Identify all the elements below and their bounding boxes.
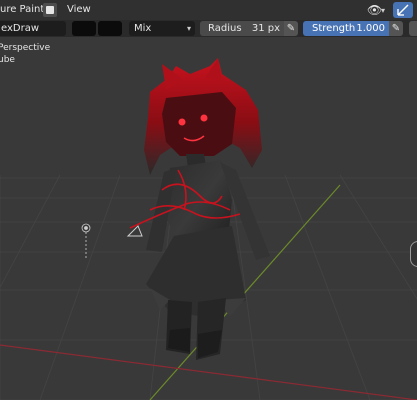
brush-name-field[interactable]: exDraw xyxy=(0,21,66,36)
right-eye xyxy=(200,114,208,122)
header-right-controls: 👁 ▾ xyxy=(365,2,417,18)
radius-label: Radius xyxy=(208,23,242,34)
strength-label: Strength xyxy=(312,23,356,34)
mode-label: ure Paint xyxy=(0,4,45,15)
blend-mode-select[interactable]: Mix ▾ xyxy=(129,21,195,36)
primary-color-swatch[interactable] xyxy=(72,21,96,36)
tool-settings-bar: exDraw Mix ▾ Radius 31 px ✎ Strength 1.0… xyxy=(0,20,417,37)
eye-visibility-icon[interactable]: 👁 xyxy=(367,3,382,17)
overflow-field[interactable] xyxy=(409,21,417,36)
pen-pressure-icon[interactable]: ✎ xyxy=(284,21,298,36)
strength-slider[interactable]: Strength 1.000 xyxy=(303,21,389,36)
viewport-header: ure Paint▾ View 👁 ▾ xyxy=(0,0,417,20)
blend-mode-value: Mix xyxy=(134,23,152,34)
view-menu[interactable]: View xyxy=(67,3,91,17)
light-gizmo-icon xyxy=(81,223,91,260)
radius-value: 31 px xyxy=(251,23,280,34)
texture-paint-mode-icon[interactable] xyxy=(43,3,57,17)
head xyxy=(162,92,236,156)
object-label: ube xyxy=(0,55,15,65)
left-eye xyxy=(178,118,186,126)
gizmo-toggle-icon[interactable] xyxy=(393,2,413,18)
chevron-down-icon[interactable]: ▾ xyxy=(381,6,385,15)
3d-viewport[interactable]: Perspective ube xyxy=(0,37,417,400)
secondary-color-swatch[interactable] xyxy=(98,21,122,36)
chevron-down-icon: ▾ xyxy=(186,24,191,33)
pen-pressure-icon[interactable]: ✎ xyxy=(389,21,403,36)
radius-slider[interactable]: Radius 31 px xyxy=(200,21,284,36)
viewport-scene[interactable] xyxy=(0,37,417,400)
projection-label: Perspective xyxy=(0,43,51,53)
sidebar-toggle-handle[interactable] xyxy=(410,241,417,267)
strength-value: 1.000 xyxy=(356,23,385,34)
mode-selector[interactable]: ure Paint▾ xyxy=(0,2,50,18)
